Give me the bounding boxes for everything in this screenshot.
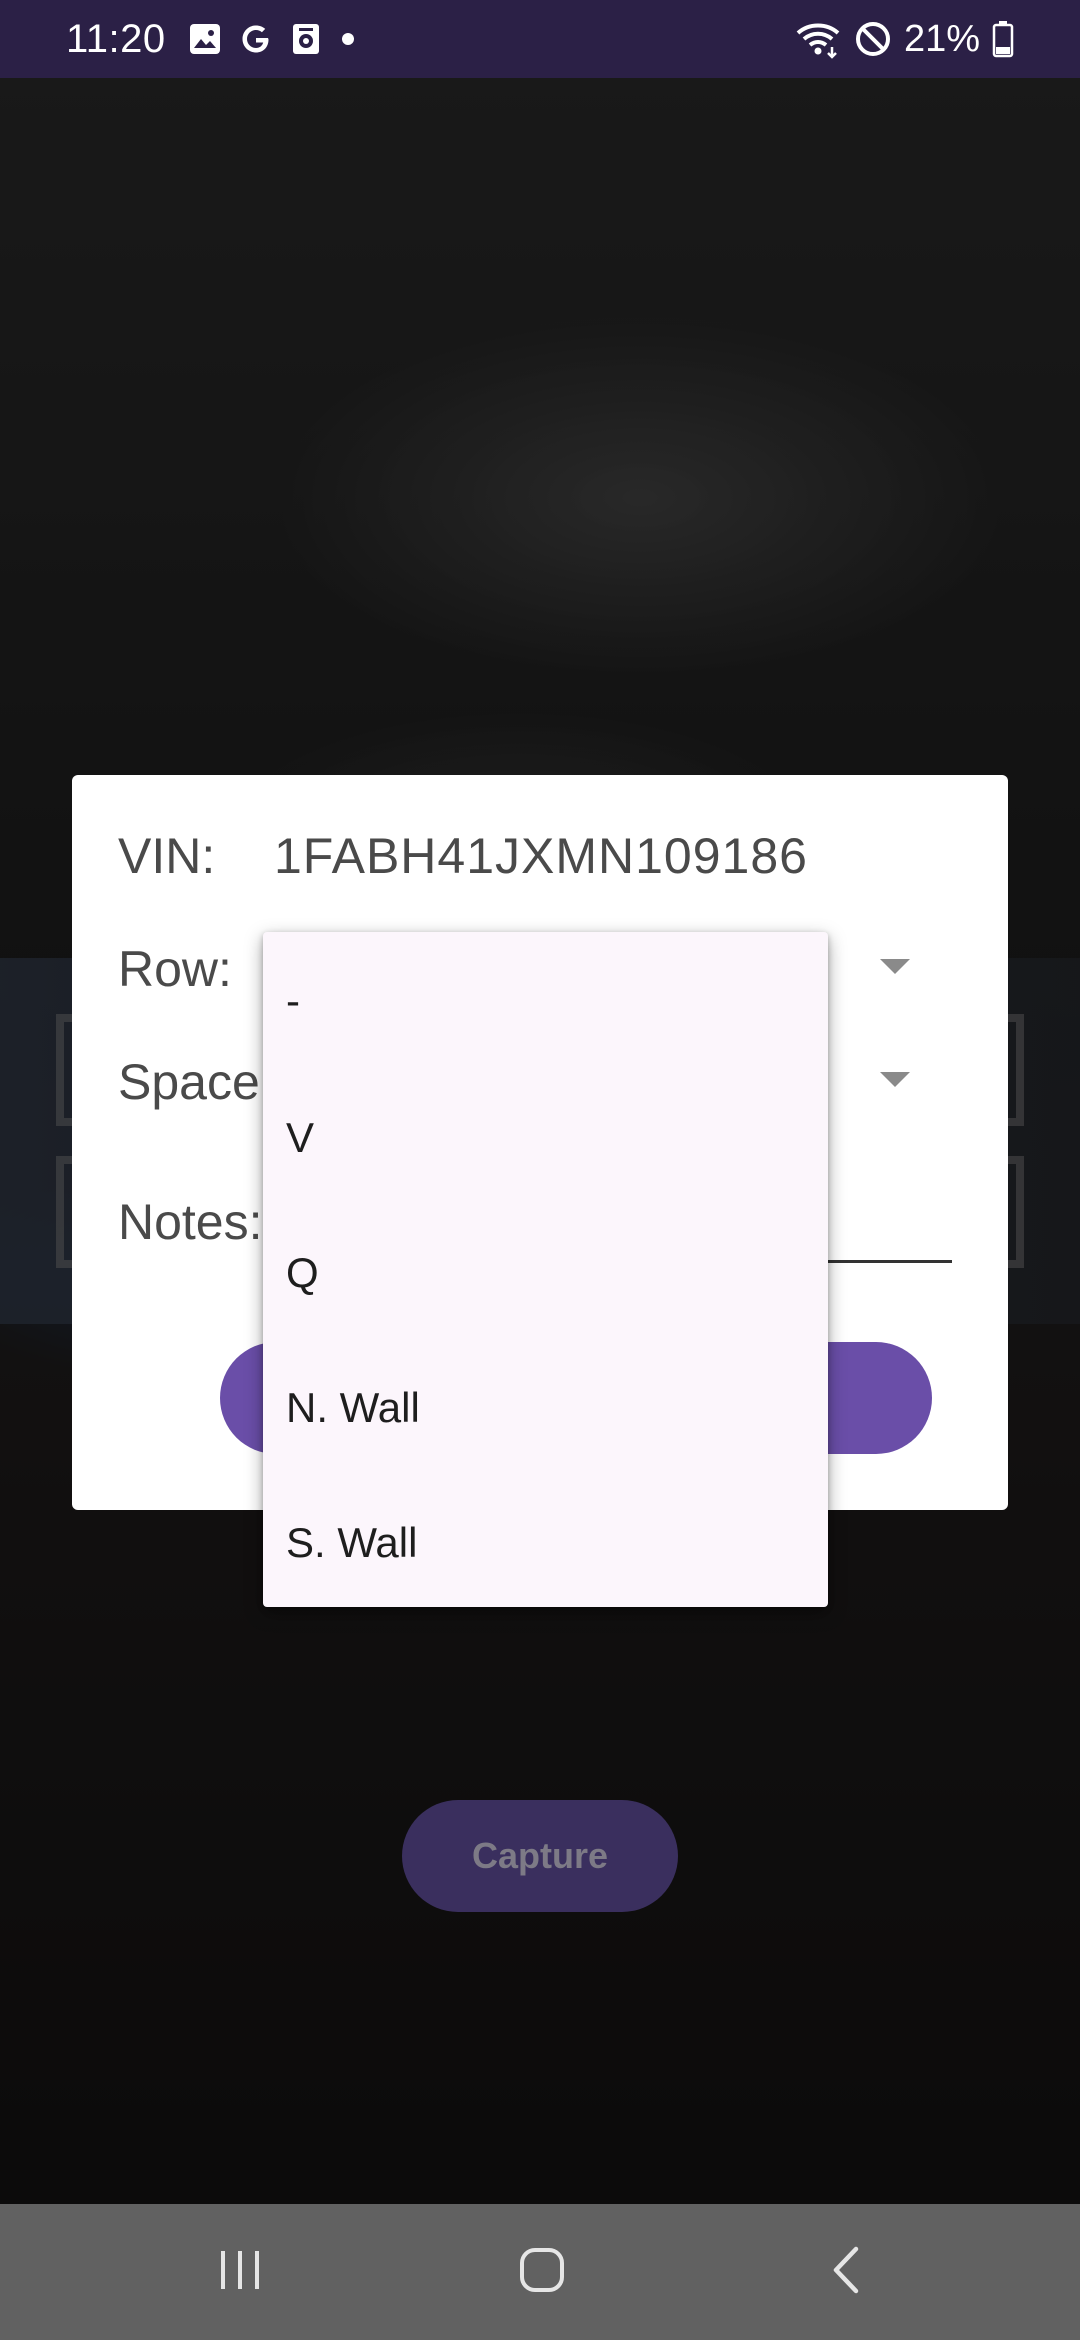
google-icon	[238, 21, 274, 57]
recent-apps-button[interactable]	[160, 2204, 320, 2340]
vin-value: 1FABH41JXMN109186	[274, 828, 808, 884]
space-dropdown-arrow-icon[interactable]	[880, 1072, 910, 1087]
status-right: 21%	[794, 18, 1014, 61]
vin-label: VIN:	[118, 828, 216, 884]
gallery-icon	[188, 22, 222, 56]
notes-label: Notes:	[118, 1194, 263, 1250]
do-not-disturb-icon	[854, 20, 892, 58]
dropdown-option-s-wall[interactable]: S. Wall	[263, 1475, 828, 1610]
capture-button: Capture	[402, 1800, 678, 1912]
row-dropdown-menu: - V Q N. Wall S. Wall	[263, 932, 828, 1607]
media-icon	[290, 22, 322, 56]
home-icon	[517, 2245, 567, 2300]
back-button[interactable]	[766, 2204, 926, 2340]
status-bar: 11:20 21%	[0, 0, 1080, 78]
status-time: 11:20	[66, 16, 166, 61]
space-label: Space	[118, 1054, 260, 1110]
navigation-bar	[0, 2204, 1080, 2340]
battery-percent: 21%	[903, 17, 980, 60]
dropdown-option-n-wall[interactable]: N. Wall	[263, 1340, 828, 1475]
dropdown-option-dash[interactable]: -	[263, 932, 828, 1070]
dropdown-option-q[interactable]: Q	[263, 1205, 828, 1340]
row-dropdown-arrow-icon[interactable]	[880, 959, 910, 974]
back-icon	[826, 2245, 866, 2300]
wifi-icon	[794, 19, 842, 59]
status-left: 11:20	[66, 17, 358, 62]
row-label: Row:	[118, 941, 232, 997]
dot-icon	[338, 29, 358, 49]
battery-icon	[992, 20, 1014, 58]
home-button[interactable]	[462, 2204, 622, 2340]
recent-apps-icon	[215, 2247, 265, 2298]
dropdown-option-v[interactable]: V	[263, 1070, 828, 1205]
